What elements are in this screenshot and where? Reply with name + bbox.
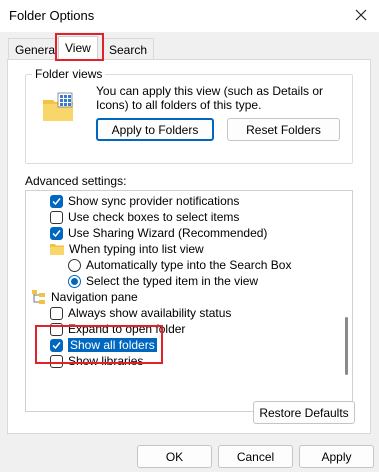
folder-grid-icon xyxy=(43,92,73,121)
scrollbar-thumb[interactable] xyxy=(345,317,348,375)
checkbox[interactable] xyxy=(50,306,63,320)
title-bar: Folder Options xyxy=(0,0,379,32)
list-item-label: Automatically type into the Search Box xyxy=(86,258,292,272)
list-item[interactable]: Select the typed item in the view xyxy=(68,273,258,289)
checkbox[interactable] xyxy=(50,194,63,208)
folder-views-description: You can apply this view (such as Details… xyxy=(96,84,324,112)
list-item: Navigation pane xyxy=(32,289,138,305)
list-item: When typing into list view xyxy=(50,241,204,257)
navigation-pane-icon xyxy=(32,290,45,304)
list-item-label: Show sync provider notifications xyxy=(68,194,240,208)
list-item-label: Always show availability status xyxy=(68,306,232,320)
apply-button[interactable]: Apply xyxy=(299,445,374,468)
list-item-label: Use Sharing Wizard (Recommended) xyxy=(68,226,268,240)
scrollbar[interactable] xyxy=(345,195,348,409)
window-title: Folder Options xyxy=(9,8,95,23)
list-item[interactable]: Show sync provider notifications xyxy=(50,193,239,209)
list-item[interactable]: Use check boxes to select items xyxy=(50,209,239,225)
close-icon xyxy=(355,9,367,21)
view-tab-highlight-box xyxy=(55,33,104,61)
advanced-settings-label: Advanced settings: xyxy=(25,174,127,188)
cancel-button[interactable]: Cancel xyxy=(218,445,293,468)
ok-button[interactable]: OK xyxy=(137,445,212,468)
restore-defaults-button[interactable]: Restore Defaults xyxy=(253,401,355,424)
radio-dot xyxy=(71,277,78,285)
list-item-label: Navigation pane xyxy=(51,290,138,304)
list-item[interactable]: Always show availability status xyxy=(50,305,231,321)
radio-button[interactable] xyxy=(68,274,81,288)
folder-icon xyxy=(50,244,64,255)
list-item-label: Use check boxes to select items xyxy=(68,210,240,224)
list-item[interactable]: Use Sharing Wizard (Recommended) xyxy=(50,225,267,241)
folder-views-legend: Folder views xyxy=(32,67,106,81)
check-icon xyxy=(52,229,61,237)
checkbox[interactable] xyxy=(50,226,63,240)
checkbox[interactable] xyxy=(50,210,63,224)
advanced-settings-list[interactable]: Show sync provider notifications Use che… xyxy=(25,190,353,412)
list-item-label: Select the typed item in the view xyxy=(86,274,259,288)
list-item-label: When typing into list view xyxy=(69,242,204,256)
close-button[interactable] xyxy=(349,4,373,26)
apply-to-folders-button[interactable]: Apply to Folders xyxy=(96,118,214,141)
reset-folders-button[interactable]: Reset Folders xyxy=(227,118,340,141)
list-item[interactable]: Automatically type into the Search Box xyxy=(68,257,291,273)
check-icon xyxy=(52,197,61,205)
radio-button[interactable] xyxy=(68,258,81,272)
tab-search[interactable]: Search xyxy=(102,38,155,60)
show-all-folders-highlight-box xyxy=(35,325,163,364)
